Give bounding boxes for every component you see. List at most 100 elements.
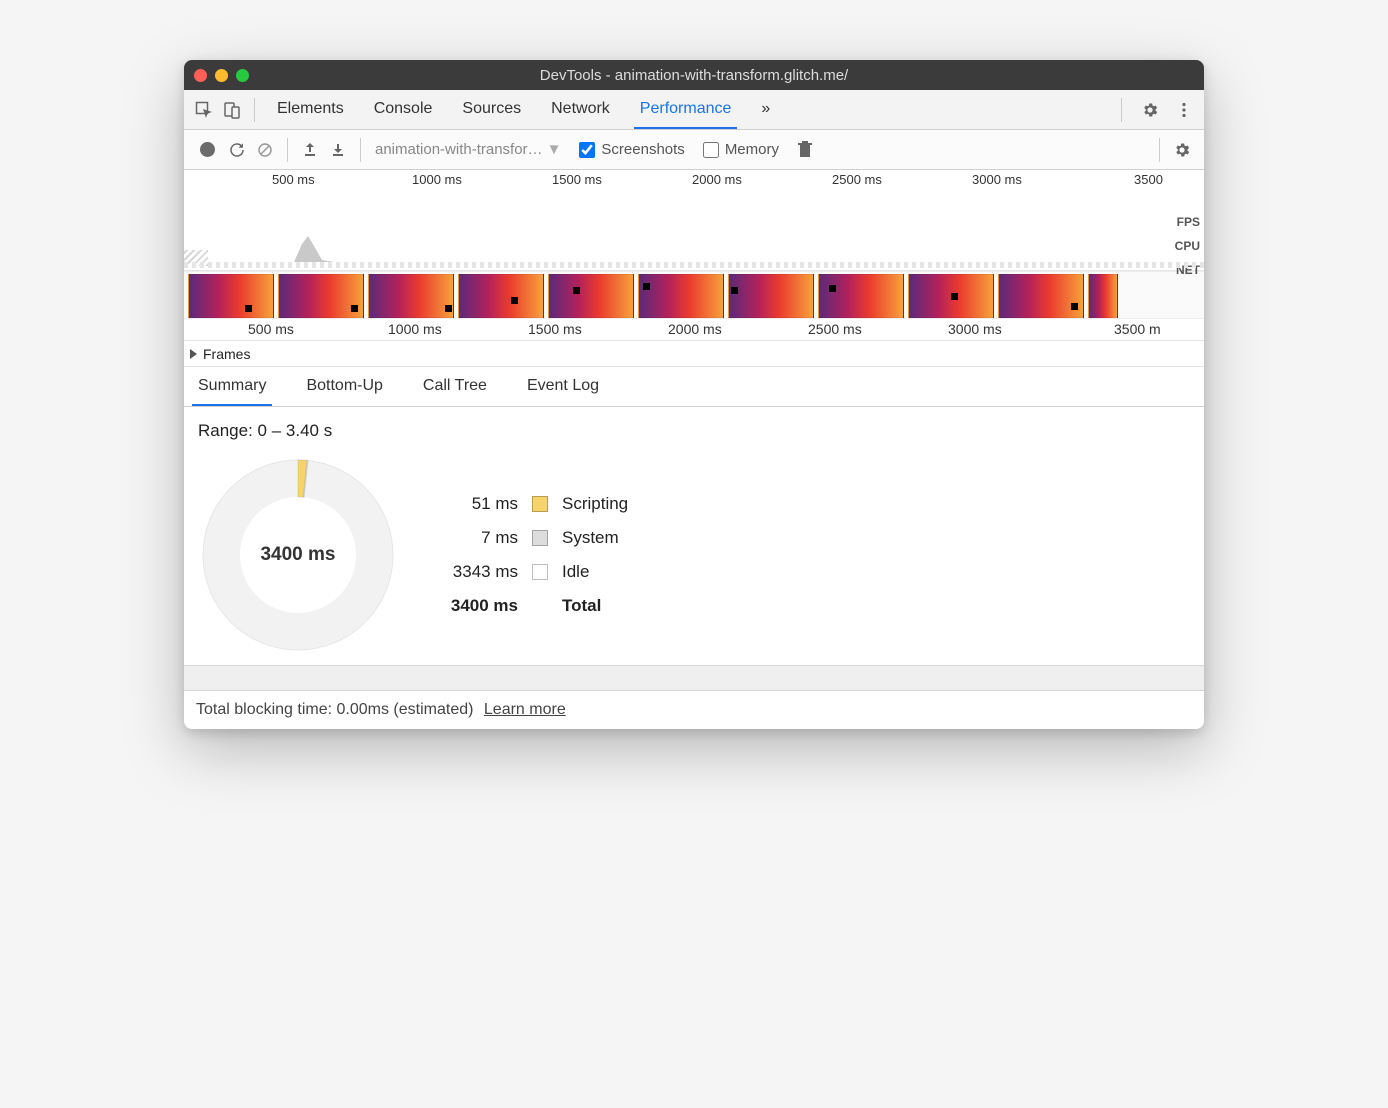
tab-bottom-up[interactable]: Bottom-Up [300, 367, 388, 406]
screenshot-thumb[interactable] [638, 274, 724, 318]
screenshot-thumb[interactable] [368, 274, 454, 318]
performance-toolbar: animation-with-transfor… ▼ Screenshots M… [184, 130, 1204, 170]
ruler-tick: 1000 ms [388, 321, 442, 337]
window-title: DevTools - animation-with-transform.glit… [184, 67, 1204, 84]
ruler-tick: 3000 ms [948, 321, 1002, 337]
cpu-activity-icon [294, 234, 334, 262]
ruler-tick: 2000 ms [692, 172, 742, 187]
overview-body[interactable]: FPS CPU NET [184, 190, 1204, 270]
swatch-scripting-icon [532, 496, 548, 512]
disclosure-triangle-icon[interactable] [190, 349, 197, 359]
divider [254, 98, 255, 122]
screenshot-thumb[interactable] [818, 274, 904, 318]
ruler-tick: 3500 [1134, 172, 1163, 187]
screenshot-thumb[interactable] [458, 274, 544, 318]
swatch-idle-icon [532, 564, 548, 580]
range-label: Range: 0 – 3.40 s [198, 421, 1190, 441]
memory-checkbox[interactable]: Memory [703, 141, 779, 158]
ruler-tick: 1000 ms [412, 172, 462, 187]
screenshot-thumb[interactable] [188, 274, 274, 318]
save-profile-icon[interactable] [324, 136, 352, 164]
summary-panel: Range: 0 – 3.40 s 3400 ms 51 ms Scriptin… [184, 407, 1204, 665]
ruler-tick: 3000 ms [972, 172, 1022, 187]
ruler-tick: 2000 ms [668, 321, 722, 337]
kebab-menu-icon[interactable] [1170, 96, 1198, 124]
legend-total-ms: 3400 ms [438, 596, 518, 616]
screenshot-thumb[interactable] [908, 274, 994, 318]
screenshot-thumb[interactable] [998, 274, 1084, 318]
titlebar: DevTools - animation-with-transform.glit… [184, 60, 1204, 90]
minimize-window-button[interactable] [215, 69, 228, 82]
ruler-tick: 2500 ms [808, 321, 862, 337]
record-button[interactable] [200, 142, 215, 157]
overview-ruler: 500 ms 1000 ms 1500 ms 2000 ms 2500 ms 3… [184, 170, 1204, 190]
details-tabs: Summary Bottom-Up Call Tree Event Log [184, 367, 1204, 407]
divider [287, 138, 288, 162]
panel-tabs: Elements Console Sources Network Perform… [271, 90, 1113, 129]
tabs-overflow-button[interactable]: » [755, 90, 776, 129]
chevron-down-icon[interactable]: ▼ [547, 141, 562, 158]
capture-settings-gear-icon[interactable] [1168, 136, 1196, 164]
net-track [184, 262, 1204, 268]
ruler-tick: 1500 ms [528, 321, 582, 337]
blocking-time-text: Total blocking time: 0.00ms (estimated) [196, 701, 473, 718]
legend-ms: 7 ms [438, 528, 518, 548]
traffic-lights [194, 69, 249, 82]
legend-ms: 51 ms [438, 494, 518, 514]
learn-more-link[interactable]: Learn more [484, 701, 566, 718]
divider [1121, 98, 1122, 122]
screenshot-filmstrip[interactable] [184, 271, 1204, 319]
frames-label: Frames [203, 346, 250, 362]
divider [1159, 138, 1160, 162]
close-window-button[interactable] [194, 69, 207, 82]
tab-console[interactable]: Console [368, 90, 439, 129]
legend-ms: 3343 ms [438, 562, 518, 582]
legend-name: Scripting [562, 494, 628, 514]
legend-total-name: Total [562, 596, 628, 616]
screenshot-thumb[interactable] [278, 274, 364, 318]
maximize-window-button[interactable] [236, 69, 249, 82]
reload-record-icon[interactable] [223, 136, 251, 164]
flamechart-ruler[interactable]: 500 ms 1000 ms 1500 ms 2000 ms 2500 ms 3… [184, 319, 1204, 341]
ruler-tick: 1500 ms [552, 172, 602, 187]
tab-call-tree[interactable]: Call Tree [417, 367, 493, 406]
swatch-system-icon [532, 530, 548, 546]
drawer-resizer[interactable] [184, 665, 1204, 691]
load-profile-icon[interactable] [296, 136, 324, 164]
tab-network[interactable]: Network [545, 90, 616, 129]
screenshots-checkbox[interactable]: Screenshots [579, 141, 684, 158]
cpu-label: CPU [1175, 234, 1200, 258]
divider [360, 138, 361, 162]
frames-track-header[interactable]: Frames [184, 341, 1204, 367]
device-toolbar-icon[interactable] [218, 96, 246, 124]
screenshot-thumb[interactable] [728, 274, 814, 318]
settings-gear-icon[interactable] [1136, 96, 1164, 124]
trash-icon[interactable] [791, 136, 819, 164]
tab-performance[interactable]: Performance [634, 90, 738, 129]
tab-summary[interactable]: Summary [192, 367, 272, 406]
profile-selector[interactable]: animation-with-transfor… [375, 141, 543, 158]
memory-checkbox-input[interactable] [703, 142, 719, 158]
summary-donut-chart: 3400 ms [198, 455, 398, 655]
tab-elements[interactable]: Elements [271, 90, 350, 129]
ruler-tick: 3500 m [1114, 321, 1161, 337]
memory-label: Memory [725, 141, 779, 158]
overview-lane-labels: FPS CPU NET [1175, 210, 1200, 282]
main-toolbar: Elements Console Sources Network Perform… [184, 90, 1204, 130]
inspect-element-icon[interactable] [190, 96, 218, 124]
footer-status: Total blocking time: 0.00ms (estimated) … [184, 691, 1204, 729]
screenshots-checkbox-input[interactable] [579, 142, 595, 158]
clear-icon[interactable] [251, 136, 279, 164]
screenshots-label: Screenshots [601, 141, 684, 158]
ruler-tick: 500 ms [272, 172, 315, 187]
screenshot-thumb[interactable] [548, 274, 634, 318]
screenshot-thumb[interactable] [1088, 274, 1118, 318]
fps-label: FPS [1175, 210, 1200, 234]
ruler-tick: 2500 ms [832, 172, 882, 187]
tab-event-log[interactable]: Event Log [521, 367, 605, 406]
overview-pane[interactable]: 500 ms 1000 ms 1500 ms 2000 ms 2500 ms 3… [184, 170, 1204, 271]
tab-sources[interactable]: Sources [456, 90, 527, 129]
ruler-tick: 500 ms [248, 321, 294, 337]
legend-name: Idle [562, 562, 628, 582]
devtools-window: DevTools - animation-with-transform.glit… [184, 60, 1204, 729]
